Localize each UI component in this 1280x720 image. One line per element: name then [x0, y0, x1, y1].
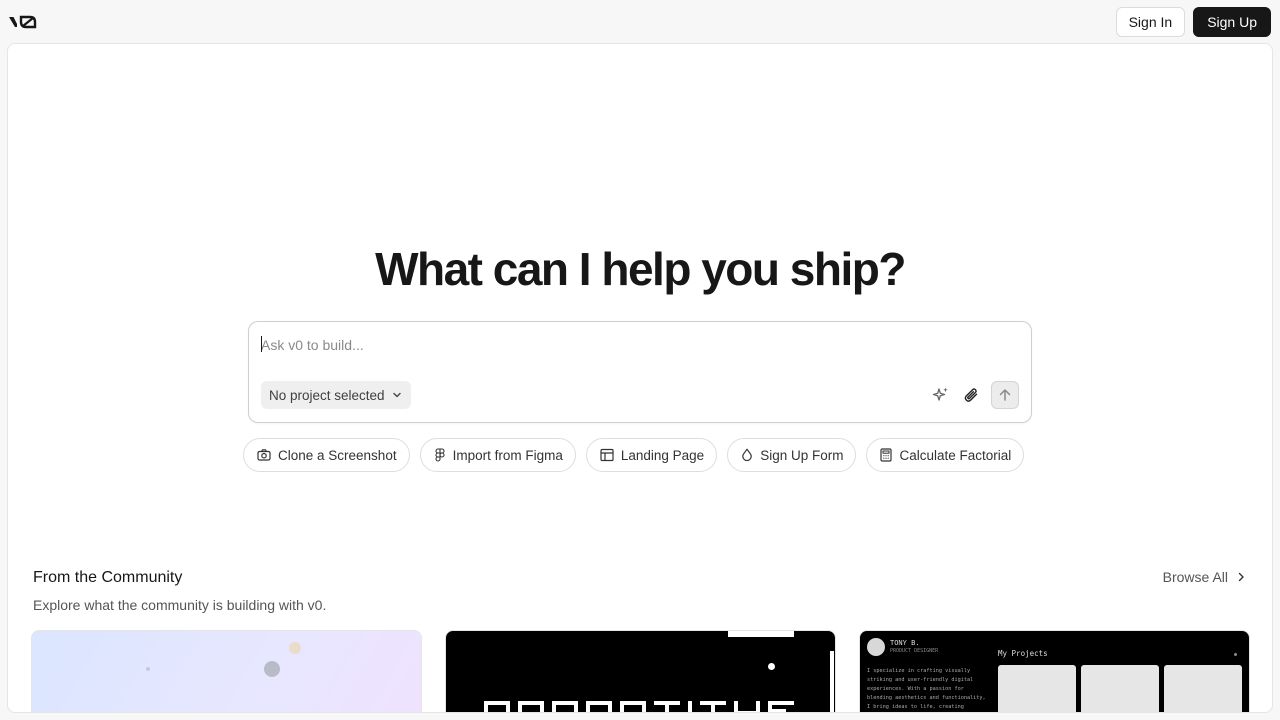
- card-bio: I specialize in crafting visually striki…: [867, 668, 986, 710]
- pixel-text-graphic: [484, 701, 794, 712]
- chip-label: Sign Up Form: [760, 447, 844, 463]
- community-card[interactable]: TONY B. PRODUCT DESIGNER I specialize in…: [859, 630, 1250, 712]
- auth-buttons: Sign In Sign Up: [1115, 6, 1271, 37]
- project-select[interactable]: No project selected: [261, 381, 411, 409]
- page-bottom-edge: [0, 713, 1280, 720]
- sign-in-button[interactable]: Sign In: [1115, 6, 1186, 37]
- camera-icon: [257, 449, 271, 461]
- decorative-dot: [146, 667, 150, 671]
- community-card[interactable]: [31, 630, 422, 712]
- arrow-up-icon: [999, 389, 1011, 401]
- project-thumb: [1081, 665, 1159, 712]
- card-role: PRODUCT DESIGNER: [890, 648, 939, 654]
- chip-label: Import from Figma: [452, 447, 563, 463]
- hero-title: What can I help you ship?: [375, 243, 906, 295]
- send-button[interactable]: [991, 381, 1019, 409]
- card-section-title: My Projects: [998, 649, 1048, 658]
- community-card[interactable]: [445, 630, 836, 712]
- decorative-dot: [768, 663, 775, 670]
- chevron-right-icon: [1238, 572, 1244, 582]
- v0-logo[interactable]: [8, 12, 37, 32]
- decorative-dot: [264, 661, 280, 677]
- figma-icon: [435, 448, 445, 462]
- chip-label: Landing Page: [620, 447, 705, 463]
- community-title: From the Community: [33, 569, 183, 586]
- project-thumb: [998, 665, 1076, 712]
- project-thumb: [1164, 665, 1242, 712]
- chip-sign-up-form[interactable]: Sign Up Form: [727, 438, 857, 472]
- droplet-icon: [742, 448, 752, 462]
- top-bar: Sign In Sign Up: [0, 0, 1280, 43]
- chevron-down-icon: [392, 392, 401, 398]
- decorative-dot: [1234, 653, 1237, 656]
- chip-clone-screenshot[interactable]: Clone a Screenshot: [243, 438, 410, 472]
- chip-calculate-factorial[interactable]: Calculate Factorial: [866, 438, 1025, 472]
- text-caret: [261, 336, 262, 352]
- paperclip-icon[interactable]: [961, 385, 981, 405]
- browse-all-label: Browse All: [1162, 569, 1228, 585]
- decorative-bar: [728, 631, 794, 637]
- community-subtitle: Explore what the community is building w…: [33, 597, 327, 613]
- chip-import-figma[interactable]: Import from Figma: [419, 438, 576, 472]
- browse-all-link[interactable]: Browse All: [1163, 569, 1246, 585]
- chip-label: Calculate Factorial: [899, 447, 1012, 463]
- avatar: [867, 638, 885, 656]
- prompt-tools: [931, 381, 1019, 409]
- calculator-icon: [880, 448, 893, 462]
- chip-label: Clone a Screenshot: [278, 447, 397, 463]
- v0-logo-icon: [9, 15, 37, 28]
- decorative-bar: [830, 651, 834, 712]
- decorative-dot: [289, 642, 301, 654]
- prompt-box: No project selected: [248, 321, 1032, 423]
- layout-icon: [600, 448, 614, 462]
- project-select-label: No project selected: [269, 387, 385, 403]
- suggestion-chips: Clone a Screenshot Import from Figma Lan…: [243, 438, 1025, 472]
- chip-landing-page[interactable]: Landing Page: [585, 438, 718, 472]
- sign-up-button[interactable]: Sign Up: [1193, 6, 1271, 37]
- card-name: TONY B.: [890, 639, 920, 647]
- main-panel: What can I help you ship? No project sel…: [7, 43, 1273, 713]
- sparkles-icon[interactable]: [931, 385, 951, 405]
- prompt-input[interactable]: [261, 334, 1001, 356]
- community-cards: TONY B. PRODUCT DESIGNER I specialize in…: [31, 630, 1251, 712]
